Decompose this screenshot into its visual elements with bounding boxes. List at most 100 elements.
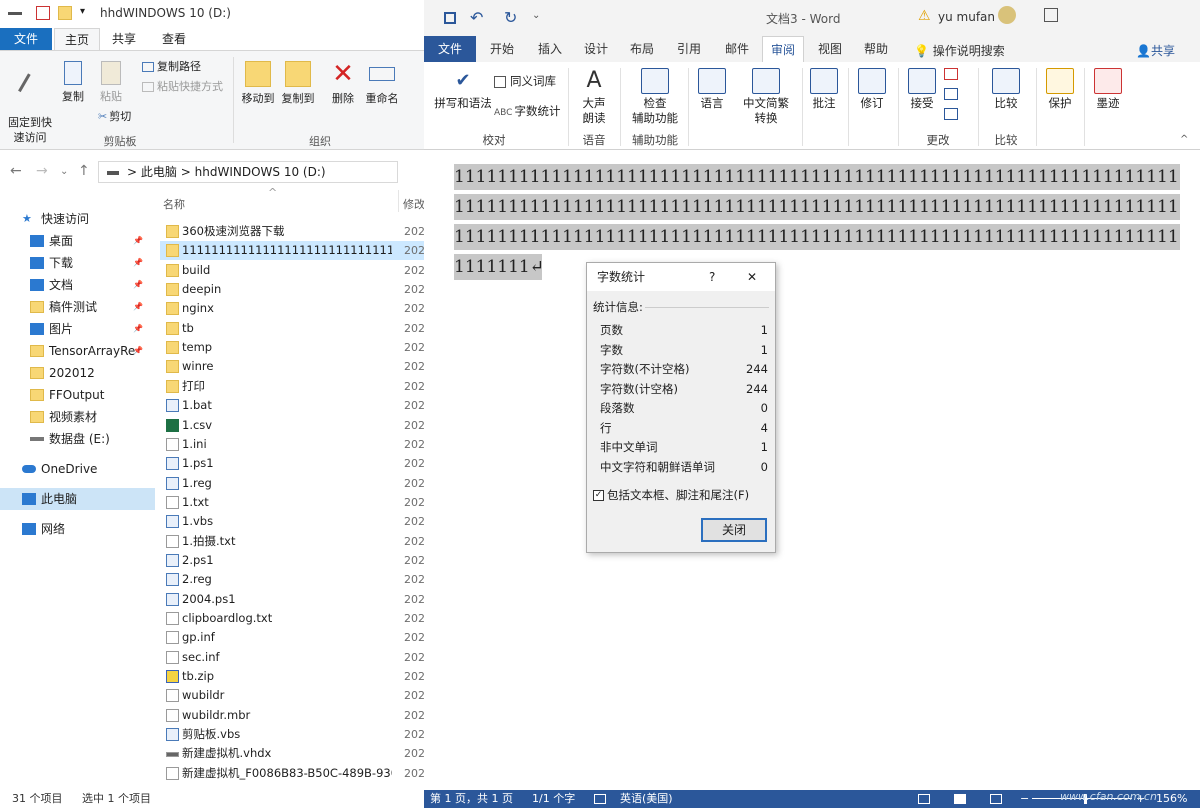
pin-icon[interactable]: 📌 — [133, 340, 143, 362]
nav-item[interactable]: 202012 — [0, 362, 155, 384]
check-accessibility-button[interactable]: 检查 辅助功能 — [628, 68, 682, 126]
tab-3[interactable]: 设计 — [574, 36, 618, 62]
pin-icon[interactable]: 📌 — [133, 230, 143, 252]
qa-system-icon[interactable] — [8, 12, 22, 15]
ink-button[interactable]: 墨迹 — [1090, 68, 1126, 111]
close-button[interactable]: 关闭 — [701, 518, 767, 542]
pin-icon[interactable]: 📌 — [133, 318, 143, 340]
share-button[interactable]: 👤共享 — [1136, 42, 1175, 59]
file-row[interactable]: winre 202 — [160, 357, 425, 376]
pin-icon[interactable]: 📌 — [133, 296, 143, 318]
doc-line[interactable]: 1111111↵ — [454, 254, 542, 280]
tab-1[interactable]: 开始 — [478, 36, 526, 62]
file-row[interactable]: sec.inf 202 — [160, 648, 425, 667]
file-row[interactable]: 2.ps1 202 — [160, 551, 425, 570]
page-indicator[interactable]: 第 1 页，共 1 页 — [430, 790, 513, 808]
nav-item[interactable]: 稿件测试 📌 — [0, 296, 155, 318]
file-row[interactable]: 1.bat 202 — [160, 396, 425, 415]
next-change-icon[interactable] — [944, 108, 958, 120]
user-name[interactable]: yu mufan — [938, 10, 995, 24]
file-row[interactable]: clipboardlog.txt 202 — [160, 609, 425, 628]
doc-line[interactable]: 1111111111111111111111111111111111111111… — [454, 224, 1180, 250]
help-button[interactable]: ? — [709, 263, 715, 291]
file-row[interactable]: 新建虚拟机.vhdx 202 — [160, 744, 425, 763]
file-row[interactable]: 1.csv 202 — [160, 416, 425, 435]
nav-item[interactable]: 视频素材 — [0, 406, 155, 428]
reject-icon[interactable] — [944, 68, 958, 80]
file-row[interactable]: 剪贴板.vbs 202 — [160, 725, 425, 744]
nav-item[interactable]: 数据盘 (E:) — [0, 428, 155, 450]
read-aloud-button[interactable]: A 大声 朗读 — [574, 68, 614, 126]
language-button[interactable]: 语言 — [694, 68, 730, 111]
tab-4[interactable]: 布局 — [620, 36, 664, 62]
doc-line[interactable]: 1111111111111111111111111111111111111111… — [454, 164, 1180, 190]
compare-button[interactable]: 比较 — [988, 68, 1024, 111]
file-row[interactable]: 1.ini 202 — [160, 435, 425, 454]
recent-chevron-icon[interactable]: ⌄ — [60, 166, 68, 177]
tab-view[interactable]: 查看 — [152, 28, 196, 50]
thesaurus-button[interactable]: 同义词库 — [494, 74, 556, 89]
nav-item[interactable]: 此电脑 — [0, 488, 155, 510]
nav-item[interactable]: 文档 📌 — [0, 274, 155, 296]
track-changes-button[interactable]: 修订 — [854, 68, 890, 111]
nav-item[interactable]: 图片 📌 — [0, 318, 155, 340]
file-row[interactable]: 1.拍摄.txt 202 — [160, 532, 425, 551]
copy-button[interactable]: 复制 — [58, 61, 88, 104]
file-row[interactable]: 1.ps1 202 — [160, 454, 425, 473]
breadcrumb-drive[interactable]: hhdWINDOWS 10 (D:) — [195, 165, 326, 179]
copy-path-button[interactable]: 复制路径 — [142, 59, 201, 74]
back-arrow-icon[interactable]: ← — [10, 163, 22, 179]
cut-button[interactable]: ✂ 剪切 — [98, 109, 131, 124]
doc-line[interactable]: 1111111111111111111111111111111111111111… — [454, 194, 1180, 220]
paste-shortcut-button[interactable]: 粘贴快捷方式 — [142, 79, 223, 94]
file-row[interactable]: 打印 202 — [160, 377, 425, 396]
include-textboxes-checkbox[interactable]: ✓ 包括文本框、脚注和尾注(F) — [593, 487, 749, 503]
zoom-out-icon[interactable]: − — [1020, 790, 1029, 808]
tab-share[interactable]: 共享 — [102, 28, 146, 50]
file-row[interactable]: nginx 202 — [160, 299, 425, 318]
rename-button[interactable]: 重命名 — [364, 61, 400, 106]
breadcrumb-pc[interactable]: 此电脑 — [141, 165, 177, 179]
paste-button[interactable]: 粘贴 — [96, 61, 126, 104]
nav-item[interactable]: 桌面 📌 — [0, 230, 155, 252]
language-indicator[interactable]: 英语(美国) — [620, 790, 673, 808]
forward-arrow-icon[interactable]: → — [36, 163, 48, 179]
word-count-indicator[interactable]: 1/1 个字 — [532, 790, 575, 808]
accept-button[interactable]: 接受 — [904, 68, 940, 111]
redo-icon[interactable]: ↻ — [504, 8, 517, 27]
tab-0[interactable]: 文件 — [424, 36, 476, 62]
undo-icon[interactable]: ↶ — [470, 8, 483, 27]
file-row[interactable]: wubildr.mbr 202 — [160, 706, 425, 725]
document-area[interactable]: 1111111111111111111111111111111111111111… — [424, 150, 1200, 790]
file-row[interactable]: tb 202 — [160, 319, 425, 338]
nav-item[interactable]: ★ 快速访问 — [0, 208, 155, 230]
tab-home[interactable]: 主页 — [54, 28, 101, 50]
nav-item[interactable]: 下载 📌 — [0, 252, 155, 274]
up-arrow-icon[interactable]: ↑ — [78, 163, 90, 179]
file-row[interactable]: build 202 — [160, 261, 425, 280]
word-count-button[interactable]: ABC 字数统计 — [494, 104, 560, 121]
print-layout-icon[interactable] — [954, 794, 966, 804]
move-to-button[interactable]: 移动到 — [240, 61, 276, 106]
chevron-down-icon[interactable]: ▾ — [80, 6, 85, 17]
file-row[interactable]: 2004.ps1 202 — [160, 590, 425, 609]
tab-2[interactable]: 插入 — [528, 36, 572, 62]
spelling-grammar-button[interactable]: ✔ 拼写和语法 — [432, 68, 494, 111]
pin-icon[interactable]: 📌 — [133, 274, 143, 296]
tab-7[interactable]: 审阅 — [762, 36, 804, 62]
file-row[interactable]: tb.zip 202 — [160, 667, 425, 686]
ribbon-display-icon[interactable] — [1044, 8, 1058, 22]
protect-button[interactable]: 保护 — [1042, 68, 1078, 111]
delete-button[interactable]: ✕ 删除 — [328, 61, 358, 106]
nav-item[interactable]: 网络 — [0, 518, 155, 540]
file-row[interactable]: 2.reg 202 — [160, 570, 425, 589]
file-row[interactable]: gp.inf 202 — [160, 628, 425, 647]
tab-8[interactable]: 视图 — [808, 36, 852, 62]
read-mode-icon[interactable] — [918, 794, 930, 804]
zoom-level[interactable]: 156% — [1156, 790, 1187, 808]
dialog-close-x[interactable]: ✕ — [747, 263, 757, 291]
file-row[interactable]: 1.txt 202 — [160, 493, 425, 512]
column-header-modified[interactable]: 修改 — [403, 196, 425, 212]
tab-6[interactable]: 邮件 — [714, 36, 760, 62]
nav-item[interactable]: OneDrive — [0, 458, 155, 480]
